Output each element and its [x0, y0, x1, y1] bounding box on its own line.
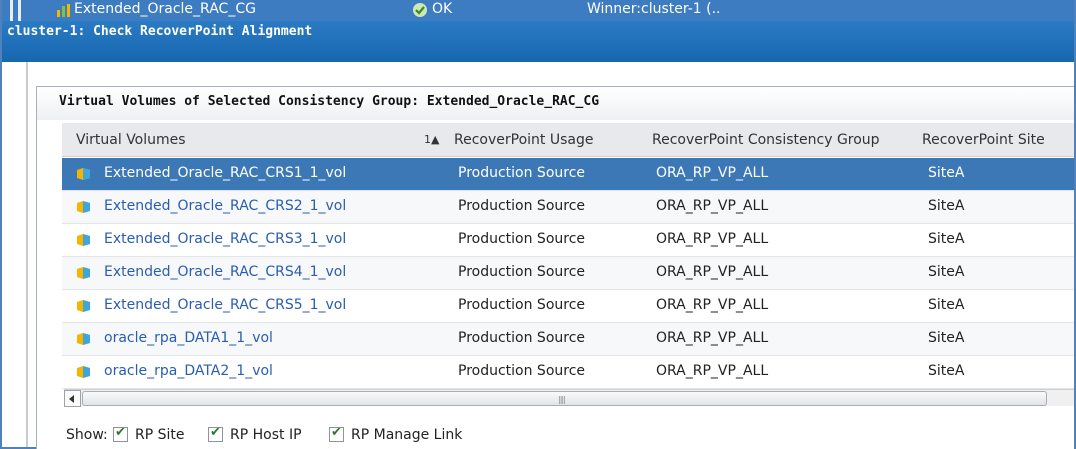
status-text: OK — [432, 1, 453, 17]
virtual-volume-icon — [77, 267, 90, 279]
recoverpoint-site: SiteA — [928, 330, 965, 346]
virtual-volumes-table: Virtual Volumes 1▲ RecoverPoint Usage Re… — [62, 123, 1074, 401]
table-row[interactable]: Extended_Oracle_RAC_CRS2_1_vol Productio… — [62, 191, 1074, 224]
virtual-volume-icon — [77, 300, 90, 312]
panel-header: Virtual Volumes of Selected Consistency … — [37, 87, 1074, 120]
recoverpoint-consistency-group: ORA_RP_VP_ALL — [656, 165, 769, 181]
rp-host-ip-label[interactable]: RP Host IP — [230, 427, 302, 443]
rp-site-label[interactable]: RP Site — [135, 427, 185, 443]
rp-manage-link-label[interactable]: RP Manage Link — [351, 427, 462, 443]
table-row[interactable]: Extended_Oracle_RAC_CRS3_1_vol Productio… — [62, 224, 1074, 257]
table-header: Virtual Volumes 1▲ RecoverPoint Usage Re… — [62, 123, 1074, 157]
recoverpoint-consistency-group: ORA_RP_VP_ALL — [656, 330, 769, 346]
rp-site-checkbox[interactable] — [113, 425, 128, 442]
virtual-volume-icon — [77, 168, 90, 180]
show-label: Show: — [66, 427, 108, 443]
recoverpoint-usage: Production Source — [458, 165, 586, 181]
column-header-recoverpoint-consistency-group[interactable]: RecoverPoint Consistency Group — [652, 132, 880, 148]
gutter-divider — [26, 62, 28, 447]
recoverpoint-consistency-group: ORA_RP_VP_ALL — [656, 231, 769, 247]
table-row[interactable]: Extended_Oracle_RAC_CRS4_1_vol Productio… — [62, 257, 1074, 290]
consistency-group-summary-row[interactable]: Extended_Oracle_RAC_CG OK Winner:cluster… — [2, 0, 1074, 21]
rp-manage-link-checkbox[interactable] — [329, 425, 344, 442]
column-header-recoverpoint-site[interactable]: RecoverPoint Site — [922, 132, 1045, 148]
sort-indicator[interactable]: 1▲ — [424, 133, 439, 146]
table-row[interactable]: Extended_Oracle_RAC_CRS1_1_vol Productio… — [62, 158, 1074, 191]
table-row[interactable]: oracle_rpa_DATA2_1_vol Production Source… — [62, 356, 1074, 389]
recoverpoint-site: SiteA — [928, 198, 965, 214]
recoverpoint-usage: Production Source — [458, 363, 586, 379]
dialog-title-bar: cluster-1: Check RecoverPoint Alignment — [2, 21, 1074, 62]
volume-name[interactable]: Extended_Oracle_RAC_CRS1_1_vol — [104, 165, 346, 181]
left-gutter — [2, 62, 32, 447]
volume-name[interactable]: Extended_Oracle_RAC_CRS4_1_vol — [104, 264, 346, 280]
dialog-title: cluster-1: Check RecoverPoint Alignment — [7, 24, 313, 39]
consistency-group-name: Extended_Oracle_RAC_CG — [74, 1, 256, 17]
virtual-volume-icon — [77, 333, 90, 345]
virtual-volume-icon — [77, 201, 90, 213]
recoverpoint-consistency-group: ORA_RP_VP_ALL — [656, 198, 769, 214]
recoverpoint-consistency-group: ORA_RP_VP_ALL — [656, 264, 769, 280]
recoverpoint-usage: Production Source — [458, 198, 586, 214]
virtual-volume-icon — [77, 366, 90, 378]
recoverpoint-usage: Production Source — [458, 231, 586, 247]
rp-host-ip-checkbox[interactable] — [208, 425, 223, 442]
winner-text: Winner:cluster-1 (.. — [587, 1, 721, 17]
scrollbar-grip-icon: |||| — [558, 395, 566, 404]
panel-heading: Virtual Volumes of Selected Consistency … — [59, 94, 600, 109]
recoverpoint-usage: Production Source — [458, 297, 586, 313]
row-gutter-stripe — [10, 0, 13, 21]
table-row[interactable]: oracle_rpa_DATA1_1_vol Production Source… — [62, 323, 1074, 356]
column-header-recoverpoint-usage[interactable]: RecoverPoint Usage — [454, 132, 593, 148]
scroll-left-arrow-icon[interactable] — [64, 390, 81, 407]
recoverpoint-site: SiteA — [928, 297, 965, 313]
table-row[interactable]: Extended_Oracle_RAC_CRS5_1_vol Productio… — [62, 290, 1074, 323]
volume-name[interactable]: Extended_Oracle_RAC_CRS3_1_vol — [104, 231, 346, 247]
recoverpoint-consistency-group: ORA_RP_VP_ALL — [656, 297, 769, 313]
horizontal-scrollbar[interactable]: |||| — [64, 389, 1074, 407]
recoverpoint-usage: Production Source — [458, 330, 586, 346]
volume-name[interactable]: oracle_rpa_DATA1_1_vol — [104, 330, 273, 346]
recoverpoint-usage: Production Source — [458, 264, 586, 280]
recoverpoint-consistency-group: ORA_RP_VP_ALL — [656, 363, 769, 379]
virtual-volume-icon — [77, 234, 90, 246]
volume-name[interactable]: Extended_Oracle_RAC_CRS5_1_vol — [104, 297, 346, 313]
scrollbar-thumb[interactable]: |||| — [82, 391, 1047, 406]
show-options: Show: RP Site RP Host IP RP Manage Link — [61, 424, 961, 446]
recoverpoint-site: SiteA — [928, 165, 965, 181]
recoverpoint-site: SiteA — [928, 363, 965, 379]
column-header-virtual-volumes[interactable]: Virtual Volumes — [76, 132, 186, 148]
volume-name[interactable]: Extended_Oracle_RAC_CRS2_1_vol — [104, 198, 346, 214]
volumes-panel: Virtual Volumes of Selected Consistency … — [36, 86, 1074, 449]
row-gutter-stripe — [18, 0, 21, 21]
volume-name[interactable]: oracle_rpa_DATA2_1_vol — [104, 363, 273, 379]
consistency-group-icon — [57, 4, 70, 17]
ok-check-icon — [413, 3, 427, 17]
recoverpoint-site: SiteA — [928, 231, 965, 247]
recoverpoint-site: SiteA — [928, 264, 965, 280]
